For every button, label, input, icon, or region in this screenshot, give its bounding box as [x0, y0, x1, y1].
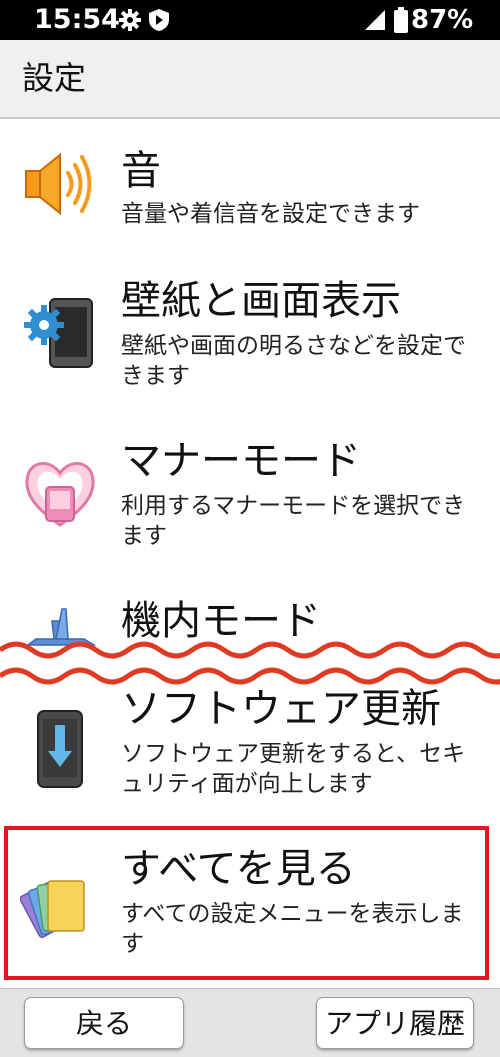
item-title: 音	[121, 148, 161, 194]
status-bar: 15:54 87%	[0, 0, 500, 40]
speaker-icon	[25, 152, 92, 216]
signal-icon	[365, 10, 385, 30]
page-title: 設定	[22, 59, 87, 97]
item-description: ソフトウェア更新をすると、セキュリティ面が向上します	[121, 741, 466, 797]
app-history-button[interactable]: アプリ履歴	[316, 997, 474, 1049]
status-time: 15:54	[34, 4, 120, 35]
settings-item-manner-mode[interactable]: マナーモード 利用するマナーモードを選択できます	[0, 413, 500, 576]
gear-icon	[119, 9, 141, 31]
battery-percent: 87%	[411, 5, 474, 35]
item-title: 壁紙と画面表示	[121, 278, 401, 324]
software-update-icon	[37, 710, 83, 788]
back-button[interactable]: 戻る	[24, 997, 184, 1049]
bottom-bar: 戻る アプリ履歴	[0, 988, 500, 1057]
app-bar: 設定	[0, 40, 500, 119]
highlight-box	[4, 826, 489, 980]
shield-icon	[149, 9, 169, 31]
settings-item-wallpaper-display[interactable]: 壁紙と画面表示 壁紙や画面の明るさなどを設定できます	[0, 253, 500, 414]
item-title: マナーモード	[121, 438, 361, 484]
manner-mode-icon	[25, 462, 95, 527]
item-description: 壁紙や画面の明るさなどを設定できます	[121, 333, 466, 389]
battery-icon	[394, 7, 408, 33]
item-description: 利用するマナーモードを選択できます	[121, 493, 466, 549]
item-description: 音量や着信音を設定できます	[121, 201, 420, 227]
wavy-cut-marks	[0, 641, 500, 685]
settings-item-sound[interactable]: 音 音量や着信音を設定できます	[0, 119, 500, 254]
wallpaper-display-icon	[24, 298, 93, 368]
